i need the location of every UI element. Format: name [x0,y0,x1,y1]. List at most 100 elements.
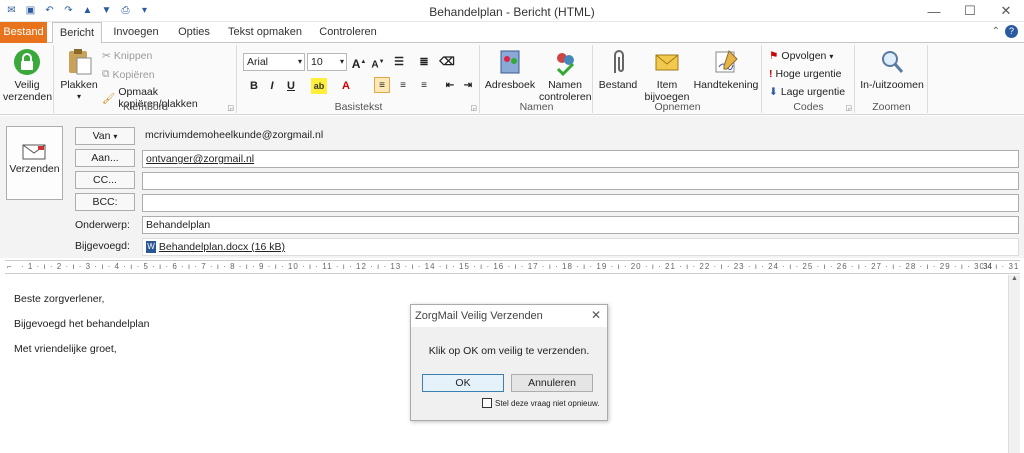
font-size-select[interactable]: 10 ▾ [307,53,347,71]
paste-button[interactable]: Plakken ▾ [59,47,99,103]
cc-button[interactable]: CC... [75,171,135,189]
copy-button[interactable]: ⧉ Kopiëren [102,68,155,81]
font-select[interactable]: Arial ▾ [243,53,305,71]
help-icon[interactable]: ? [1005,25,1018,38]
word-doc-icon: W [146,241,156,254]
bullets-icon[interactable]: ☰ [391,54,407,70]
clear-format-icon[interactable]: ⌫ [439,54,455,70]
namen-label: Namen [519,101,554,113]
veilig-verzenden-button[interactable]: Veilig verzenden [3,47,52,103]
envelope-icon [652,47,682,77]
item-bijvoegen-button[interactable]: Item bijvoegen [642,47,692,103]
tab-invoegen[interactable]: Invoegen [108,22,164,43]
group-codes: ⚑ Opvolgen ▾ ! Hoge urgentie ⬇ Lage urgentie… [763,45,855,113]
customize-toolbar-icon[interactable]: ▾ [137,3,152,18]
print-icon[interactable]: ⎙ [118,3,133,18]
redo-icon[interactable]: ↷ [61,3,76,18]
dont-ask-checkbox[interactable] [482,398,492,408]
numbering-icon[interactable]: ≣ [416,54,432,70]
decrease-indent-icon[interactable]: ⇤ [442,78,458,94]
cut-label: Knippen [113,50,153,62]
bold-icon[interactable]: B [246,78,262,94]
ribbon-tabs: Bestand Bericht Invoegen Opties Tekst op… [0,22,1024,44]
body-line-2: Bijgevoegd het behandelplan [14,318,150,330]
opvolgen-button[interactable]: ⚑ Opvolgen ▾ [769,50,833,62]
klembord-label: Klembord [123,101,168,113]
dialog-close-icon[interactable]: ✕ [591,308,601,322]
to-field[interactable]: ontvanger@zorgmail.nl [142,150,1019,168]
body-line-3: Met vriendelijke groet, [14,343,117,355]
tab-opties[interactable]: Opties [170,22,218,43]
copy-label: Kopiëren [112,68,155,81]
save-icon[interactable]: ▣ [23,3,38,18]
hoge-urgentie-label: Hoge urgentie [775,68,842,80]
font-value: Arial [247,56,269,68]
subject-field[interactable]: Behandelplan [142,216,1019,234]
cancel-button[interactable]: Annuleren [511,374,593,392]
zoom-button[interactable]: In-/uitzoomen [858,47,926,91]
namen-controleren-button[interactable]: Namen controleren [539,47,592,103]
align-center-icon[interactable]: ≡ [395,78,411,94]
highlight-icon[interactable]: ab [311,78,327,94]
subject-label: Onderwerp: [75,219,130,231]
to-button[interactable]: Aan... [75,149,135,167]
bestand-bijvoegen-button[interactable]: Bestand [596,47,640,91]
item-label-1: Item [656,79,678,91]
grow-font-icon[interactable]: A▲ [351,54,367,71]
tab-stop-icon[interactable]: ⌐ [7,262,12,271]
undo-icon[interactable]: ↶ [42,3,57,18]
ruler-end: 34 [983,262,992,271]
lock-icon [12,47,42,77]
dont-ask-checkbox-row[interactable]: Stel deze vraag niet opnieuw. [482,398,600,408]
outlook-icon: ✉ [7,5,16,16]
up-icon[interactable]: ▲ [80,3,95,18]
align-right-icon[interactable]: ≡ [416,78,432,94]
attachment-link[interactable]: Behandelplan.docx (16 kB) [159,241,285,253]
down-arrow-icon: ⬇ [769,86,778,98]
adresboek-button[interactable]: Adresboek [484,47,536,91]
cc-field[interactable] [142,172,1019,190]
ok-button[interactable]: OK [422,374,504,392]
from-label: Van [92,130,111,142]
klembord-launcher-icon[interactable]: ◲ [227,104,234,112]
font-color-icon[interactable]: A [338,78,354,94]
clipboard-icon [64,47,94,77]
basistekst-launcher-icon[interactable]: ◲ [470,104,477,112]
send-button[interactable]: Verzenden [6,126,63,200]
tab-tekst-opmaken[interactable]: Tekst opmaken [224,22,306,43]
minimize-icon[interactable]: — [916,0,952,22]
ribbon: Veilig verzenden Plakken ▾ ✂ Knippen ⧉ Kop… [0,43,1024,115]
cut-button[interactable]: ✂ Knippen [102,50,152,62]
close-icon[interactable]: ✕ [988,0,1024,22]
paste-label: Plakken [60,79,98,91]
group-zoomen: In-/uitzoomen Zoomen [856,45,928,113]
lage-urgentie-button[interactable]: ⬇ Lage urgentie [769,86,845,98]
namen-controleren-label-1: Namen [548,79,582,91]
from-button[interactable]: Van ▾ [75,127,135,145]
group-klembord: Plakken ▾ ✂ Knippen ⧉ Kopiëren 🖌 Opmaak kop… [55,45,237,113]
hoge-urgentie-button[interactable]: ! Hoge urgentie [769,68,841,80]
align-left-icon[interactable]: ≡ [374,77,390,93]
bcc-button[interactable]: BCC: [75,193,135,211]
codes-launcher-icon[interactable]: ◲ [845,104,852,112]
tab-bestand[interactable]: Bestand [0,22,47,43]
check-names-icon [550,47,580,77]
shrink-font-icon[interactable]: A▼ [370,54,386,70]
scroll-up-icon[interactable]: ▲ [1009,275,1020,282]
vertical-scrollbar[interactable]: ▲ [1008,275,1020,453]
title-bar: ✉ ▣ ↶ ↷ ▲ ▼ ⎙ ▾ Behandelplan - Bericht (… [0,0,1024,22]
collapse-ribbon-icon[interactable]: ⌃ [992,26,1000,37]
bcc-field[interactable] [142,194,1019,212]
underline-icon[interactable]: U [283,78,299,94]
dialog-message: Klik op OK om veilig te verzenden. [428,345,590,357]
handtekening-button[interactable]: Handtekening [692,47,760,91]
tab-controleren[interactable]: Controleren [312,22,384,43]
confirm-dialog: ZorgMail Veilig Verzenden ✕ Klik op OK o… [410,304,608,421]
to-recipient: ontvanger@zorgmail.nl [146,153,255,165]
down-icon[interactable]: ▼ [99,3,114,18]
increase-indent-icon[interactable]: ⇥ [460,78,476,94]
maximize-icon[interactable]: ☐ [952,0,988,22]
veilig-label-1: Veilig [14,79,40,91]
italic-icon[interactable]: I [264,78,280,94]
tab-bericht[interactable]: Bericht [52,22,102,44]
